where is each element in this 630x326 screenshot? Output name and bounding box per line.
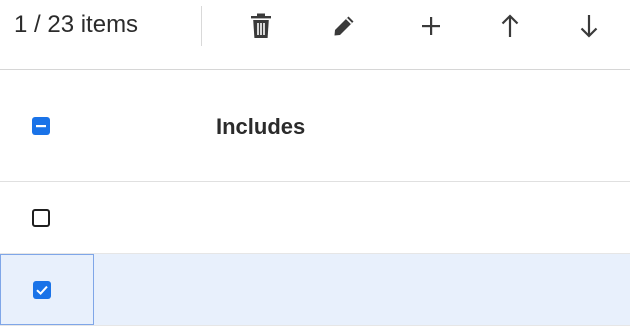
move-down-button[interactable] <box>567 5 611 47</box>
delete-button[interactable] <box>239 5 283 47</box>
minus-icon <box>36 125 46 128</box>
toolbar: 1 / 23 items <box>0 0 630 70</box>
add-button[interactable] <box>409 5 453 47</box>
edit-button[interactable] <box>322 5 366 47</box>
column-header-includes[interactable]: Includes <box>216 114 305 140</box>
pencil-icon <box>332 14 356 38</box>
table-header-row: Includes <box>0 70 630 182</box>
row-checkbox[interactable] <box>32 209 50 227</box>
table-row[interactable] <box>0 182 630 254</box>
trash-icon <box>249 13 273 39</box>
plus-icon <box>420 15 442 37</box>
arrow-up-icon <box>499 14 521 38</box>
table-row-selected[interactable] <box>0 254 630 326</box>
row-select-cell[interactable] <box>0 182 94 253</box>
toolbar-separator <box>201 6 202 46</box>
check-icon <box>36 285 48 296</box>
select-all-checkbox[interactable] <box>32 117 50 135</box>
arrow-down-icon <box>578 14 600 38</box>
row-select-cell[interactable] <box>0 254 94 325</box>
move-up-button[interactable] <box>488 5 532 47</box>
item-count: 1 / 23 items <box>14 11 139 38</box>
row-checkbox[interactable] <box>33 281 51 299</box>
